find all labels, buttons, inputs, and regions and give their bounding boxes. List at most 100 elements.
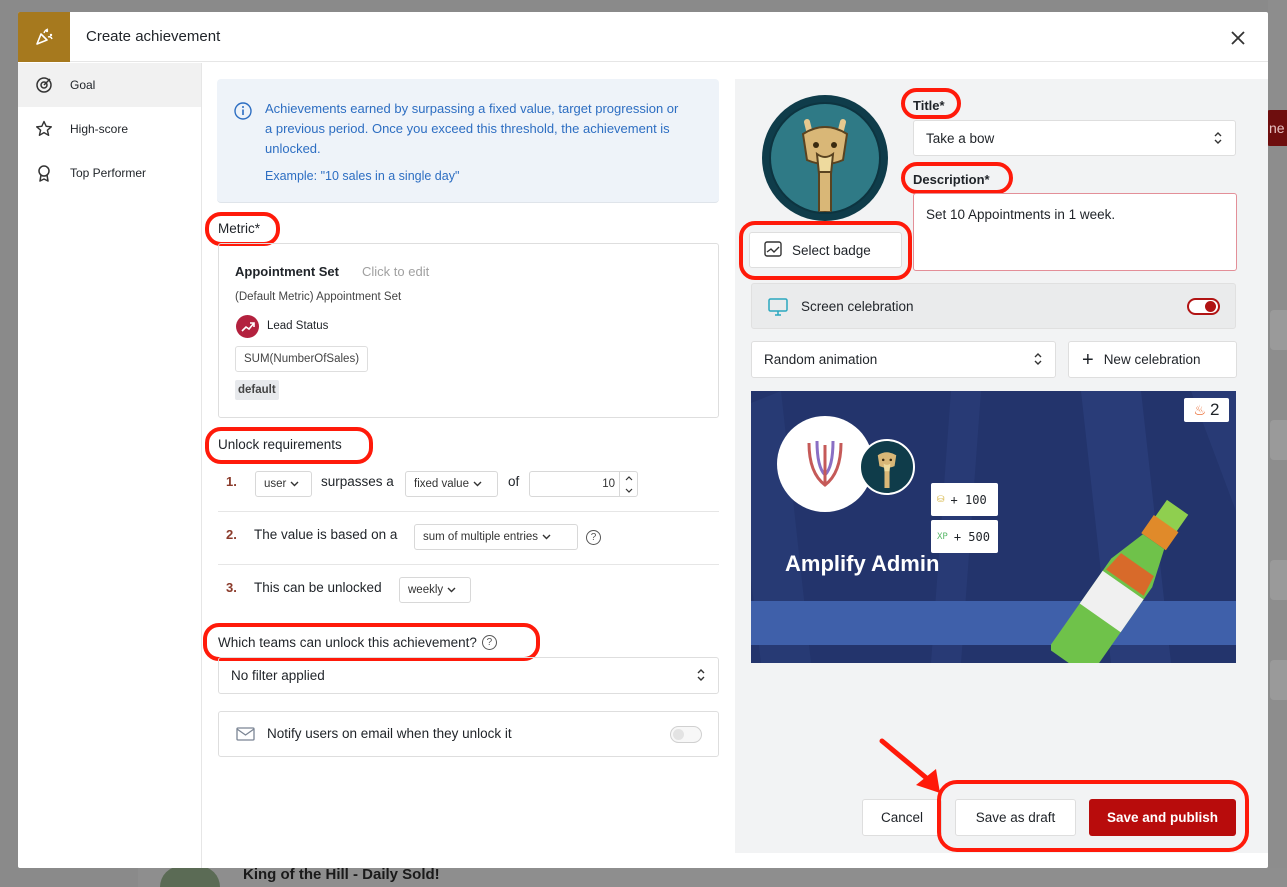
cancel-button[interactable]: Cancel xyxy=(862,799,942,836)
star-icon xyxy=(34,119,54,139)
new-celebration-label: New celebration xyxy=(1103,352,1201,367)
requirement-number: 3. xyxy=(226,580,237,595)
modal-title: Create achievement xyxy=(86,28,221,45)
threshold-value: 10 xyxy=(602,478,615,490)
metric-tag: default xyxy=(235,380,279,400)
info-text: Achievements earned by surpassing a fixe… xyxy=(265,101,679,156)
llama-badge-image xyxy=(762,95,888,221)
toggle-knob xyxy=(1205,301,1216,312)
monitor-icon xyxy=(768,298,788,319)
notify-email-card: Notify users on email when they unlock i… xyxy=(218,711,719,757)
info-example: Example: "10 sales in a single day" xyxy=(265,169,460,183)
sidebar-item-label: Top Performer xyxy=(70,166,147,180)
updown-chevron-icon xyxy=(696,668,706,685)
sidebar-item-top-performer[interactable]: Top Performer xyxy=(18,151,201,195)
requirement-row: 2. The value is based on a sum of multip… xyxy=(218,512,719,565)
background-bottom-title: King of the Hill - Daily Sold! xyxy=(243,866,440,883)
streak-value: 2 xyxy=(1210,400,1220,419)
screen-celebration-toggle[interactable] xyxy=(1187,298,1220,315)
updown-chevron-icon xyxy=(1033,352,1043,369)
threshold-mode-select[interactable]: fixed value xyxy=(405,471,498,497)
sidebar-item-high-score[interactable]: High-score xyxy=(18,107,201,151)
background-bottom-badge xyxy=(160,866,220,887)
party-popper-icon xyxy=(18,12,70,62)
metric-card[interactable]: Appointment Set Click to edit (Default M… xyxy=(218,243,719,418)
coin-reward-value: + 100 xyxy=(950,492,987,507)
info-icon xyxy=(234,102,252,123)
updown-chevron-icon xyxy=(1213,131,1223,148)
target-icon xyxy=(34,75,54,95)
sidebar-item-label: Goal xyxy=(70,78,96,92)
help-icon[interactable]: ? xyxy=(481,635,497,650)
fire-icon: ♨ xyxy=(1193,401,1207,418)
streak-badge: ♨ 2 xyxy=(1184,398,1229,422)
threshold-mode-value: fixed value xyxy=(414,478,469,490)
save-and-publish-button[interactable]: Save and publish xyxy=(1089,799,1236,836)
animation-select[interactable]: Random animation xyxy=(751,341,1056,378)
unlock-period-value: weekly xyxy=(408,584,444,596)
save-as-draft-button[interactable]: Save as draft xyxy=(955,799,1076,836)
preview-badge xyxy=(859,439,915,495)
xp-tag: XP xyxy=(937,531,948,542)
metric-edit-link[interactable]: Click to edit xyxy=(362,264,429,279)
metric-status-label: Lead Status xyxy=(267,320,329,332)
metric-label: Metric* xyxy=(218,221,261,236)
number-stepper[interactable] xyxy=(619,472,637,496)
chevron-down-icon xyxy=(290,478,299,490)
notify-email-toggle[interactable] xyxy=(670,726,702,743)
threshold-value-input[interactable]: 10 xyxy=(529,471,638,497)
teams-label-row: Which teams can unlock this achievement?… xyxy=(218,635,497,650)
title-value: Take a bow xyxy=(926,131,995,146)
select-badge-button[interactable]: Select badge xyxy=(749,232,902,268)
description-field[interactable]: Set 10 Appointments in 1 week. xyxy=(913,193,1237,271)
subject-select-value: user xyxy=(264,478,287,490)
achievement-type-sidebar: Goal High-score Top Performer xyxy=(18,63,202,868)
chevron-down-icon xyxy=(542,531,551,543)
preview-user-name: Amplify Admin xyxy=(785,551,940,576)
plus-icon: + xyxy=(1082,348,1094,371)
unlock-requirements-label: Unlock requirements xyxy=(218,437,342,452)
help-icon[interactable]: ? xyxy=(586,530,601,545)
select-badge-label: Select badge xyxy=(792,242,871,258)
animation-value: Random animation xyxy=(764,352,878,367)
award-ribbon-icon xyxy=(34,163,54,183)
champagne-bottle-image xyxy=(1051,499,1189,663)
new-celebration-button[interactable]: + New celebration xyxy=(1068,341,1237,378)
screen-celebration-card: Screen celebration xyxy=(751,283,1236,329)
trending-up-icon xyxy=(236,315,259,338)
sidebar-item-label: High-score xyxy=(70,122,129,136)
requirement-row: 3. This can be unlocked weekly xyxy=(218,565,719,618)
modal-header: Create achievement xyxy=(18,12,1268,62)
background-fragment xyxy=(1270,660,1287,700)
coins-icon: ⛁ xyxy=(937,494,945,505)
requirement-text: The value is based on a xyxy=(254,527,398,542)
coin-reward: ⛁ + 100 xyxy=(931,483,998,516)
toggle-knob xyxy=(673,729,684,740)
description-label: Description* xyxy=(913,172,990,187)
subject-select[interactable]: user xyxy=(255,471,312,497)
teams-filter-select[interactable]: No filter applied xyxy=(218,657,719,694)
close-icon[interactable] xyxy=(1224,24,1252,52)
notify-email-label: Notify users on email when they unlock i… xyxy=(267,726,512,741)
xp-reward: XP + 500 xyxy=(931,520,998,553)
mail-icon xyxy=(236,727,255,744)
requirement-number: 1. xyxy=(226,474,237,489)
requirement-text: This can be unlocked xyxy=(254,580,382,595)
value-basis-select[interactable]: sum of multiple entries xyxy=(414,524,578,550)
xp-reward-value: + 500 xyxy=(953,529,990,544)
title-select[interactable]: Take a bow xyxy=(913,120,1236,156)
arrow-annotation-icon xyxy=(879,738,940,793)
goal-info-box: Achievements earned by surpassing a fixe… xyxy=(217,79,719,203)
sidebar-item-goal[interactable]: Goal xyxy=(18,63,201,107)
requirement-text: surpasses a xyxy=(321,474,394,489)
unlock-period-select[interactable]: weekly xyxy=(399,577,471,603)
celebration-preview: ⛁ + 100 XP + 500 Amplify Admin ♨ 2 xyxy=(751,391,1236,663)
chevron-down-icon xyxy=(447,584,456,596)
llama-badge-inner xyxy=(769,102,881,214)
metric-default-label: (Default Metric) Appointment Set xyxy=(235,291,402,303)
title-label: Title* xyxy=(913,98,945,113)
screen-celebration-label: Screen celebration xyxy=(801,299,914,314)
requirement-of-text: of xyxy=(508,474,520,489)
metric-formula: SUM(NumberOfSales) xyxy=(235,346,369,372)
teams-filter-value: No filter applied xyxy=(231,668,325,683)
